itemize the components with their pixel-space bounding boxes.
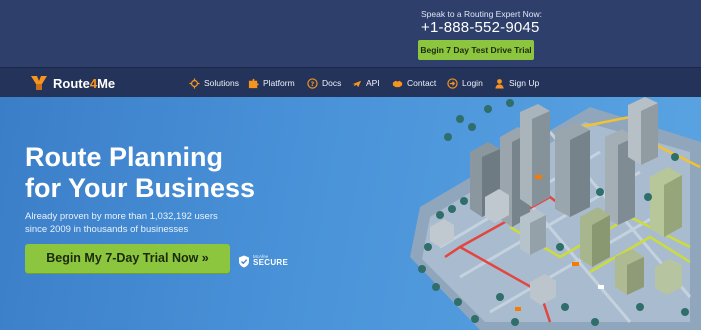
nav-item-api[interactable]: API bbox=[351, 75, 380, 91]
shield-icon bbox=[239, 255, 249, 267]
mcafee-badge-text: McAfee SECURE bbox=[253, 253, 289, 268]
nav-item-solutions[interactable]: Solutions bbox=[189, 75, 239, 91]
test-drive-trial-button[interactable]: Begin 7 Day Test Drive Trial bbox=[418, 40, 534, 60]
gear-icon bbox=[189, 77, 200, 89]
plane-icon bbox=[351, 80, 362, 87]
user-icon bbox=[495, 78, 504, 89]
hero-subline: Already proven by more than 1,032,192 us… bbox=[25, 210, 225, 236]
nav-item-platform[interactable]: Platform bbox=[248, 75, 295, 91]
nav-item-contact[interactable]: Contact bbox=[392, 75, 436, 91]
phone-number-link[interactable]: +1-888-552-9045 bbox=[421, 19, 540, 36]
logo-wordmark: Route4Me bbox=[53, 75, 116, 91]
hero-subline-line1: Already proven by more than 1,032,192 us… bbox=[25, 211, 218, 222]
nav-item-label: Login bbox=[462, 78, 483, 88]
login-icon bbox=[447, 77, 458, 89]
mcafee-secure-badge[interactable]: McAfee SECURE bbox=[238, 253, 288, 269]
begin-trial-cta-button[interactable]: Begin My 7-Day Trial Now » bbox=[25, 244, 230, 273]
hero-section: Route Planning for Your Business Already… bbox=[0, 97, 701, 330]
nav-item-sign-up[interactable]: Sign Up bbox=[494, 75, 539, 91]
nav-item-label: API bbox=[366, 78, 380, 88]
hero-subline-line2: since 2009 in thousands of businesses bbox=[25, 224, 189, 235]
route4me-logo[interactable]: Route4Me bbox=[29, 73, 115, 93]
puzzle-icon bbox=[248, 78, 259, 88]
hero-headline-line1: Route Planning bbox=[25, 142, 223, 172]
nav-item-label: Solutions bbox=[204, 78, 239, 88]
nav-item-label: Docs bbox=[322, 78, 342, 88]
hero-headline-line2: for Your Business bbox=[25, 173, 256, 203]
speak-to-expert-label: Speak to a Routing Expert Now: bbox=[421, 9, 542, 19]
question-icon: ? bbox=[307, 77, 318, 89]
top-bar: Speak to a Routing Expert Now: +1-888-55… bbox=[0, 0, 701, 67]
nav-item-docs[interactable]: ? Docs bbox=[307, 75, 341, 91]
nav-item-label: Sign Up bbox=[509, 78, 540, 88]
hero-headline: Route Planning for Your Business bbox=[25, 142, 255, 204]
nav-item-label: Contact bbox=[407, 78, 437, 88]
route4me-logo-icon bbox=[31, 76, 47, 90]
handshake-icon bbox=[392, 80, 403, 87]
nav-item-label: Platform bbox=[263, 78, 295, 88]
svg-text:?: ? bbox=[311, 79, 315, 87]
nav-item-login[interactable]: Login bbox=[447, 75, 483, 91]
main-navigation: Route4Me Solutions Platform ? Docs API C… bbox=[0, 67, 701, 97]
isometric-city-illustration bbox=[410, 97, 701, 330]
